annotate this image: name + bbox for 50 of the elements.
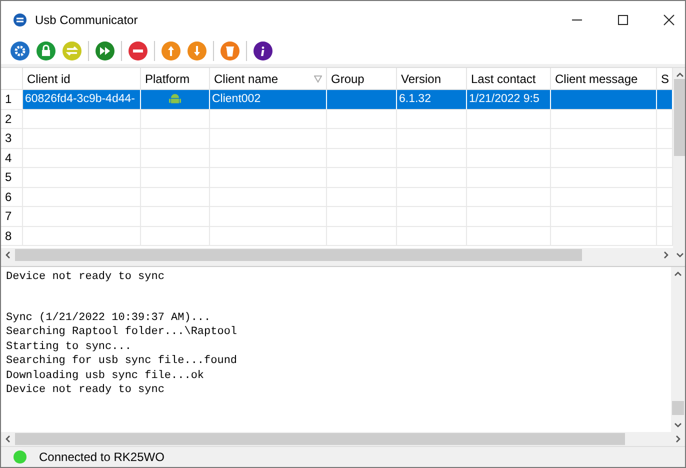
table-cell-text: 60826fd4-3c9b-4d44- <box>24 93 135 106</box>
row-number: 5 <box>1 168 23 186</box>
log-line: Searching Raptool folder...\Raptool <box>6 325 238 340</box>
info-icon[interactable] <box>253 41 273 61</box>
table-row[interactable]: 8 <box>1 226 673 246</box>
table-cell-text: 6.1.32 <box>398 93 431 106</box>
close-icon[interactable] <box>663 14 675 26</box>
table-row[interactable]: 5 <box>1 168 673 188</box>
table-row[interactable]: 2 <box>1 110 673 129</box>
android-icon <box>168 92 182 106</box>
scroll-down-icon[interactable] <box>674 421 682 429</box>
log-line: Searching for usb sync file...found <box>6 354 238 368</box>
row-number: 7 <box>1 207 23 226</box>
table-row[interactable]: 4 <box>1 148 673 168</box>
lock-icon[interactable] <box>36 41 56 61</box>
log-line: Sync (1/21/2022 10:39:37 AM)... <box>6 310 212 325</box>
scroll-left-icon[interactable] <box>4 251 12 259</box>
scroll-down-icon[interactable] <box>676 251 684 259</box>
table-row[interactable]: 6 <box>1 188 673 207</box>
minus-icon[interactable] <box>128 41 148 61</box>
table-row[interactable]: 7 <box>1 207 673 226</box>
row-number: 8 <box>1 226 23 245</box>
scrollbar-thumb[interactable] <box>15 249 582 261</box>
scroll-right-icon[interactable] <box>662 251 670 259</box>
row-number: 2 <box>1 110 23 128</box>
table-cell-text: Client002 <box>211 93 261 106</box>
gear-icon[interactable] <box>10 41 30 61</box>
table-row[interactable]: 3 <box>1 129 673 148</box>
scrollbar-thumb[interactable] <box>674 79 685 156</box>
log-line: Downloading usb sync file...ok <box>6 368 206 383</box>
scroll-left-icon[interactable] <box>4 435 12 443</box>
row-number: 3 <box>1 129 23 148</box>
table-cell-text: 1/21/2022 9:5 <box>468 93 540 106</box>
scroll-up-icon[interactable] <box>676 71 684 79</box>
log-line: Device not ready to sync <box>6 383 166 398</box>
scroll-right-icon[interactable] <box>674 435 682 443</box>
log-line: Starting to sync... <box>6 340 132 354</box>
scroll-up-icon[interactable] <box>674 270 682 278</box>
table-row[interactable]: 1 60826fd4-3c9b-4d44- Client002 6.1.32 1/21/2022 9:5 <box>1 90 673 110</box>
status-text: Connected to RK25WO <box>39 450 164 464</box>
maximize-icon[interactable] <box>617 14 629 26</box>
trash-icon[interactable] <box>220 41 240 61</box>
scrollbar-thumb[interactable] <box>672 401 684 415</box>
scrollbar-thumb[interactable] <box>15 433 626 445</box>
fast-forward-icon[interactable] <box>95 41 115 61</box>
app-icon <box>13 12 27 26</box>
row-number: 6 <box>1 188 23 206</box>
window-title: Usb Communicator <box>35 12 138 26</box>
row-number: 4 <box>1 148 23 167</box>
log-line: Device not ready to sync <box>6 270 166 284</box>
